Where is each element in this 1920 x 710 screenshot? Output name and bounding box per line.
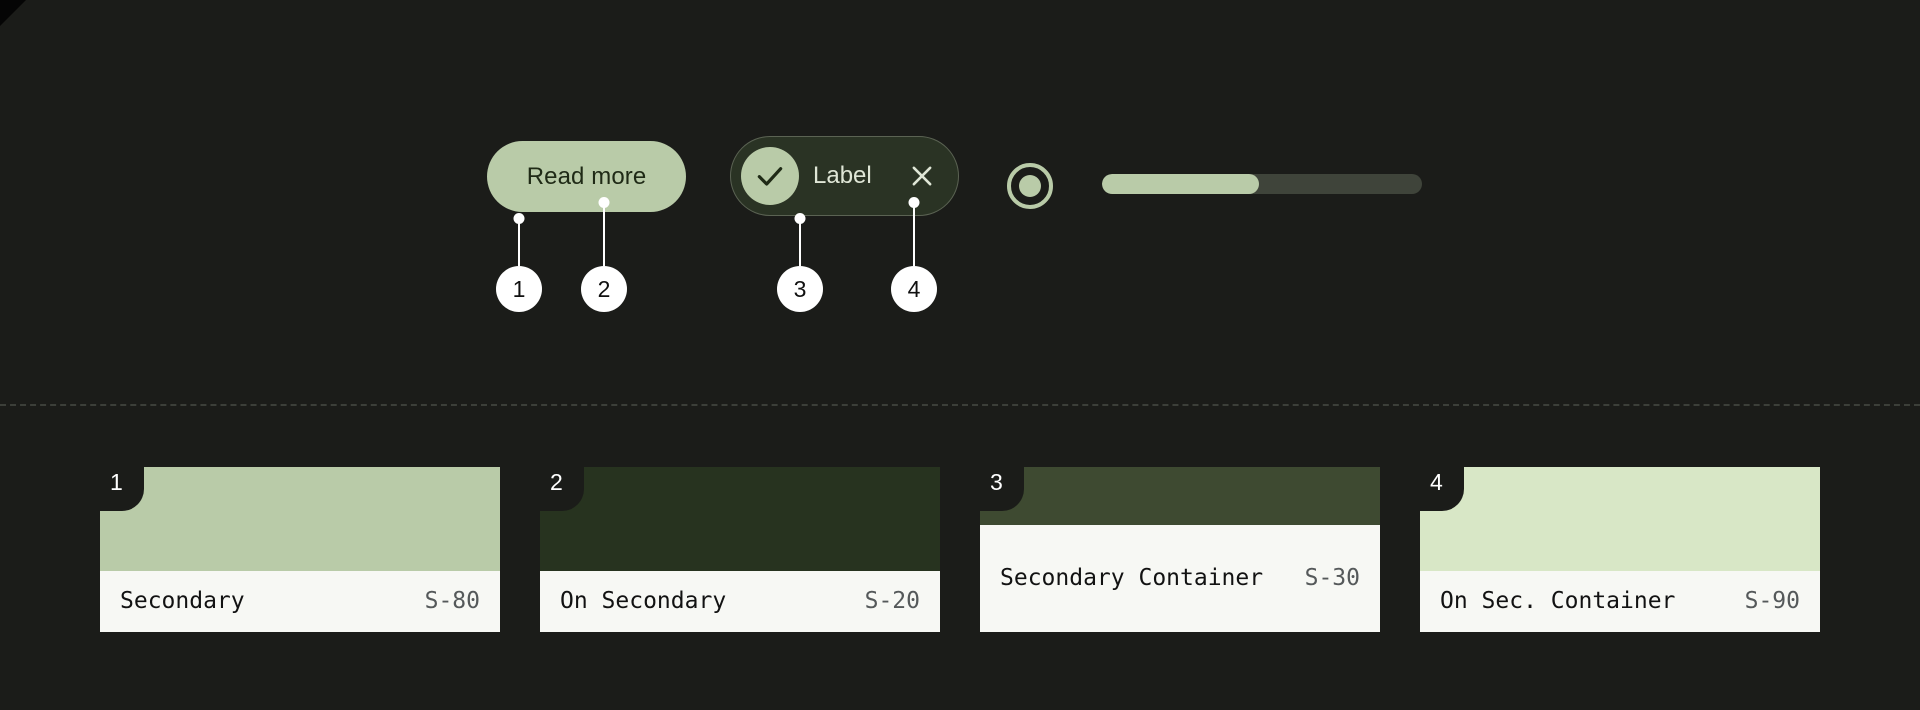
callout-marker: 1 [496,213,542,312]
swatch-label-strip: On Sec. Container S-90 [1420,570,1820,632]
callout-leader-line [603,202,605,266]
radio-selected-icon [1019,175,1041,197]
swatch-color-block: 1 [100,467,500,571]
swatch-color-block: 4 [1420,467,1820,571]
swatch-label-strip: Secondary Container S-30 [980,524,1380,632]
swatch-code: S-20 [864,588,920,615]
callout-number-badge: 1 [496,266,542,312]
color-swatch-cards: 1 Secondary S-80 2 On Secondary S-20 3 Secondar… [0,405,1920,710]
callout-marker: 3 [777,213,823,312]
design-spec-canvas: Read more Label 1234 1 Secondary S-80 2 … [0,0,1920,710]
callout-marker: 2 [581,197,627,312]
swatch-color-block: 3 [980,467,1380,525]
color-swatch-card: 4 On Sec. Container S-90 [1420,467,1820,632]
swatch-number-badge: 4 [1420,467,1464,511]
color-swatch-card: 2 On Secondary S-20 [540,467,940,632]
callout-number-badge: 4 [891,266,937,312]
swatch-number-badge: 3 [980,467,1024,511]
callout-leader-line [799,218,801,266]
swatch-label-strip: On Secondary S-20 [540,570,940,632]
swatch-code: S-80 [424,588,480,615]
swatch-number-badge: 1 [100,467,144,511]
callout-number-badge: 2 [581,266,627,312]
chip-label: Label [813,162,872,189]
slider-fill [1102,174,1259,194]
callout-leader-line [913,202,915,266]
swatch-name: Secondary Container [1000,564,1264,591]
read-more-button-label: Read more [526,162,647,190]
swatch-code: S-90 [1744,588,1800,615]
callout-leader-line [518,218,520,266]
callout-marker: 4 [891,197,937,312]
check-icon [741,147,799,205]
swatch-label-strip: Secondary S-80 [100,570,500,632]
swatch-color-block: 2 [540,467,940,571]
close-icon[interactable] [908,162,936,190]
swatch-name: On Sec. Container [1440,587,1676,614]
slider-track[interactable] [1102,174,1422,194]
swatch-number-badge: 2 [540,467,584,511]
swatch-name: Secondary [120,587,245,614]
color-swatch-card: 3 Secondary Container S-30 [980,467,1380,632]
radio-button-selected[interactable] [1007,163,1053,209]
swatch-code: S-30 [1304,565,1360,592]
color-swatch-card: 1 Secondary S-80 [100,467,500,632]
components-row: Read more Label 12 3 4 [0,0,1920,405]
callout-number-badge: 3 [777,266,823,312]
swatch-name: On Secondary [560,587,727,614]
